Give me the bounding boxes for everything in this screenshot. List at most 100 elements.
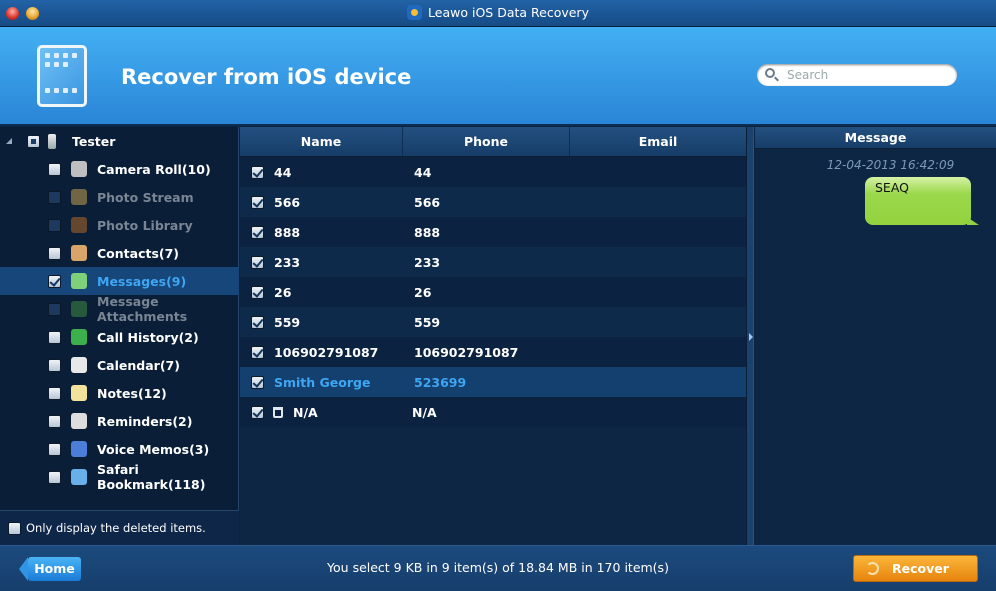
sidebar-item-label: Notes(12): [97, 385, 167, 401]
column-header-name[interactable]: Name: [240, 127, 403, 156]
sidebar-item[interactable]: Voice Memos(3): [0, 435, 239, 463]
table-row[interactable]: Smith George 523699: [240, 367, 746, 397]
selection-status: You select 9 KB in 9 item(s) of 18.84 MB…: [327, 560, 669, 575]
device-name: Tester: [72, 133, 116, 149]
sidebar-item-checkbox[interactable]: [48, 162, 61, 176]
iphone-icon: [48, 133, 56, 149]
column-header-phone[interactable]: Phone: [403, 127, 570, 156]
app-dot: [45, 53, 50, 58]
row-checkbox[interactable]: [251, 315, 264, 329]
collapse-triangle-icon[interactable]: [6, 138, 12, 144]
sidebar-item-checkbox[interactable]: [48, 414, 61, 428]
row-checkbox[interactable]: [251, 195, 264, 209]
sidebar-item-label: Photo Library: [97, 217, 193, 233]
pane-splitter[interactable]: [746, 127, 754, 545]
row-checkbox[interactable]: [251, 285, 264, 299]
row-name: 888: [274, 224, 301, 240]
attachment-icon: [71, 301, 87, 317]
table-row[interactable]: 44 44: [240, 157, 746, 187]
app-dot: [72, 53, 77, 58]
contacts-icon: [71, 245, 87, 261]
phone-icon: [71, 329, 87, 345]
sidebar-item-label: Calendar(7): [97, 357, 180, 373]
sidebar-item[interactable]: Safari Bookmark(118): [0, 462, 239, 492]
sidebar-item-label: Contacts(7): [97, 245, 180, 261]
recover-button[interactable]: Recover: [853, 555, 978, 582]
sidebar-item[interactable]: Camera Roll(10): [0, 155, 239, 183]
sidebar-item[interactable]: Reminders(2): [0, 407, 239, 435]
search-input[interactable]: Search: [757, 64, 957, 86]
deleted-only-label: Only display the deleted items.: [26, 521, 206, 535]
sidebar-item[interactable]: Photo Library: [0, 211, 239, 239]
device-checkbox[interactable]: [27, 134, 40, 148]
row-name: 566: [274, 194, 301, 210]
sidebar-item-label: Voice Memos(3): [97, 441, 210, 457]
search-icon: [765, 68, 775, 78]
row-name: 106902791087: [274, 344, 379, 360]
row-phone: 233: [414, 254, 441, 270]
column-header-email[interactable]: Email: [570, 127, 746, 156]
close-window-button[interactable]: [6, 7, 19, 20]
sidebar-item-checkbox[interactable]: [48, 442, 61, 456]
table-row[interactable]: 106902791087 106902791087: [240, 337, 746, 367]
row-checkbox[interactable]: [251, 375, 264, 389]
sidebar-item[interactable]: Call History(2): [0, 323, 239, 351]
title-bar: Leawo iOS Data Recovery: [0, 0, 996, 27]
sidebar-item-checkbox[interactable]: [48, 358, 61, 372]
sidebar-item-checkbox[interactable]: [48, 330, 61, 344]
row-phone: 566: [414, 194, 441, 210]
sidebar-item-checkbox[interactable]: [48, 386, 61, 400]
sidebar-item-label: Photo Stream: [97, 189, 194, 205]
table-header: Name Phone Email: [240, 127, 746, 157]
row-checkbox[interactable]: [251, 255, 264, 269]
sidebar-device-tester[interactable]: Tester: [0, 127, 239, 155]
app-dot: [45, 88, 50, 93]
recover-label: Recover: [892, 561, 949, 576]
table-row[interactable]: 26 26: [240, 277, 746, 307]
calendar-icon: [71, 357, 87, 373]
sidebar-item-label: Reminders(2): [97, 413, 193, 429]
message-header: Message: [755, 127, 996, 149]
row-phone: N/A: [412, 404, 437, 420]
reminders-icon: [71, 413, 87, 429]
sunflower-icon: [71, 189, 87, 205]
contacts-table: Name Phone Email 44 44 566 566 888 888 233 233 2…: [240, 127, 746, 545]
sidebar-item-checkbox[interactable]: [48, 470, 61, 484]
table-row[interactable]: 559 559: [240, 307, 746, 337]
sidebar-item-checkbox[interactable]: [48, 274, 61, 288]
app-dot: [54, 88, 59, 93]
table-row[interactable]: 233 233: [240, 247, 746, 277]
row-name: 559: [274, 314, 301, 330]
voice-memo-icon: [71, 441, 87, 457]
sidebar-item[interactable]: Notes(12): [0, 379, 239, 407]
footer: Home You select 9 KB in 9 item(s) of 18.…: [0, 545, 996, 591]
sidebar-item-label: Call History(2): [97, 329, 199, 345]
row-checkbox[interactable]: [251, 405, 264, 419]
minimize-window-button[interactable]: [26, 7, 39, 20]
sidebar-item[interactable]: Messages(9): [0, 267, 239, 295]
row-phone: 559: [414, 314, 441, 330]
row-phone: 106902791087: [414, 344, 519, 360]
row-phone: 26: [414, 284, 432, 300]
sidebar-item[interactable]: Calendar(7): [0, 351, 239, 379]
sidebar-item-label: Message Attachments: [97, 294, 188, 324]
row-checkbox[interactable]: [251, 225, 264, 239]
row-checkbox[interactable]: [251, 165, 264, 179]
sidebar-item[interactable]: Message Attachments: [0, 294, 239, 324]
row-name: 26: [274, 284, 292, 300]
table-row[interactable]: 566 566: [240, 187, 746, 217]
table-row[interactable]: N/A N/A: [240, 397, 746, 427]
sidebar-item-checkbox: [48, 218, 61, 232]
safari-icon: [71, 469, 87, 485]
deleted-only-toggle[interactable]: Only display the deleted items.: [0, 510, 239, 545]
sidebar-item[interactable]: Photo Stream: [0, 183, 239, 211]
sidebar-item-checkbox[interactable]: [48, 246, 61, 260]
sidebar-item-label: Safari Bookmark(118): [97, 462, 206, 492]
sidebar-item[interactable]: Contacts(7): [0, 239, 239, 267]
deleted-only-checkbox[interactable]: [8, 521, 21, 535]
recover-icon: [866, 562, 879, 575]
table-row[interactable]: 888 888: [240, 217, 746, 247]
window-title: Leawo iOS Data Recovery: [428, 5, 589, 20]
row-checkbox[interactable]: [251, 345, 264, 359]
app-dot: [54, 62, 59, 67]
